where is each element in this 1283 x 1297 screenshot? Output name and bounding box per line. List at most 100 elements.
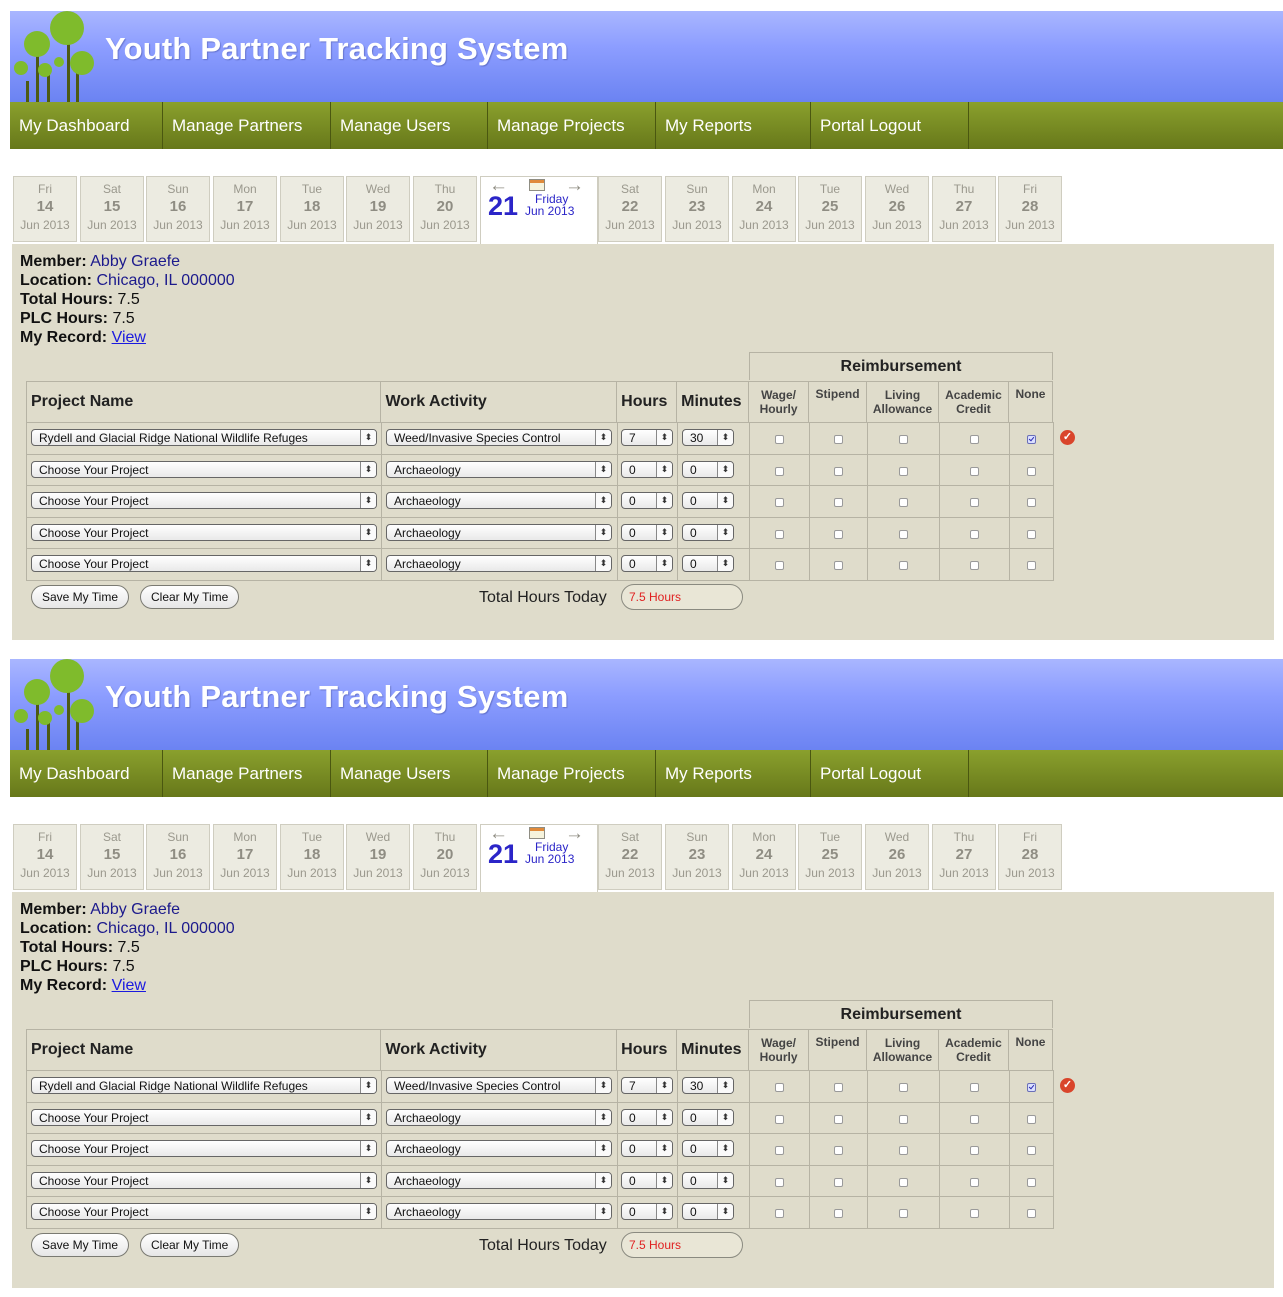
date-tab[interactable]: Fri 14 Jun 2013 [13, 176, 77, 242]
minutes-select[interactable]: 30 ⬍ [682, 1077, 734, 1094]
minutes-select[interactable]: 0 ⬍ [682, 1140, 734, 1157]
reimbursement-checkbox[interactable] [834, 1114, 843, 1124]
reimbursement-checkbox[interactable] [775, 1083, 784, 1092]
nav-my-reports[interactable]: My Reports [656, 102, 811, 149]
reimbursement-checkbox[interactable] [834, 466, 843, 476]
reimbursement-checkbox[interactable] [775, 1177, 784, 1187]
minutes-select[interactable]: 0 ⬍ [682, 492, 734, 509]
reimbursement-checkbox[interactable] [899, 1083, 908, 1092]
reimbursement-checkbox[interactable] [1027, 1177, 1036, 1187]
reimbursement-checkbox[interactable] [970, 561, 979, 570]
reimbursement-checkbox[interactable] [899, 466, 908, 476]
project-select[interactable]: Choose Your Project ⬍ [31, 460, 377, 478]
reimbursement-checkbox[interactable] [834, 498, 843, 507]
date-tab[interactable]: Mon 24 Jun 2013 [732, 824, 796, 890]
hours-select[interactable]: 0 ⬍ [621, 555, 673, 572]
reimbursement-checkbox[interactable] [970, 1209, 979, 1218]
calendar-icon[interactable] [529, 179, 545, 191]
nav-manage-projects[interactable]: Manage Projects [488, 102, 656, 149]
project-select[interactable]: Choose Your Project ⬍ [31, 1203, 377, 1220]
minutes-select[interactable]: 0 ⬍ [682, 523, 734, 541]
date-tab[interactable]: Wed 19 Jun 2013 [346, 824, 410, 890]
reimbursement-checkbox[interactable] [775, 1209, 784, 1218]
view-record-link[interactable]: View [112, 329, 146, 346]
reimbursement-checkbox[interactable] [834, 435, 843, 444]
date-tab[interactable]: Wed 26 Jun 2013 [865, 824, 929, 890]
reimbursement-checkbox[interactable] [775, 466, 784, 476]
project-select[interactable]: Choose Your Project ⬍ [31, 1171, 377, 1189]
date-tab[interactable]: Sat 15 Jun 2013 [80, 176, 144, 242]
activity-select[interactable]: Weed/Invasive Species Control ⬍ [386, 429, 612, 446]
hours-select[interactable]: 7 ⬍ [621, 429, 673, 446]
reimbursement-checkbox[interactable] [970, 1114, 979, 1124]
reimbursement-checkbox[interactable] [899, 529, 908, 539]
nav-manage-partners[interactable]: Manage Partners [163, 750, 331, 797]
activity-select[interactable]: Archaeology ⬍ [386, 1171, 612, 1189]
project-select[interactable]: Choose Your Project ⬍ [31, 1108, 377, 1126]
reimbursement-checkbox[interactable] [899, 561, 908, 570]
minutes-select[interactable]: 0 ⬍ [682, 1108, 734, 1126]
clear-my-time-button[interactable]: Clear My Time [140, 585, 240, 609]
reimbursement-checkbox[interactable] [1027, 435, 1036, 444]
save-my-time-button[interactable]: Save My Time [31, 1233, 130, 1257]
reimbursement-checkbox[interactable] [775, 1146, 784, 1155]
nav-portal-logout[interactable]: Portal Logout [811, 750, 969, 797]
reimbursement-checkbox[interactable] [899, 1114, 908, 1124]
date-tab[interactable]: Sun 16 Jun 2013 [146, 824, 210, 890]
date-tab[interactable]: Wed 26 Jun 2013 [865, 176, 929, 242]
calendar-icon[interactable] [529, 827, 545, 839]
date-tab[interactable]: Sat 22 Jun 2013 [598, 824, 662, 890]
reimbursement-checkbox[interactable] [834, 529, 843, 539]
date-tab[interactable]: Sun 23 Jun 2013 [665, 824, 729, 890]
reimbursement-checkbox[interactable] [1027, 466, 1036, 476]
hours-select[interactable]: 0 ⬍ [621, 523, 673, 541]
reimbursement-checkbox[interactable] [899, 1209, 908, 1218]
date-tab[interactable]: Tue 18 Jun 2013 [280, 176, 344, 242]
hours-select[interactable]: 7 ⬍ [621, 1077, 673, 1094]
nav-my-dashboard[interactable]: My Dashboard [10, 750, 163, 797]
date-tab[interactable]: Fri 28 Jun 2013 [998, 824, 1062, 890]
hours-select[interactable]: 0 ⬍ [621, 460, 673, 478]
project-select[interactable]: Choose Your Project ⬍ [31, 1140, 377, 1157]
reimbursement-checkbox[interactable] [775, 561, 784, 570]
minutes-select[interactable]: 0 ⬍ [682, 1171, 734, 1189]
reimbursement-checkbox[interactable] [899, 1146, 908, 1155]
date-tab[interactable]: Mon 17 Jun 2013 [213, 824, 277, 890]
minutes-select[interactable]: 0 ⬍ [682, 460, 734, 478]
hours-select[interactable]: 0 ⬍ [621, 1203, 673, 1220]
date-tab[interactable]: Thu 27 Jun 2013 [932, 176, 996, 242]
activity-select[interactable]: Archaeology ⬍ [386, 1140, 612, 1157]
reimbursement-checkbox[interactable] [899, 1177, 908, 1187]
hours-select[interactable]: 0 ⬍ [621, 492, 673, 509]
activity-select[interactable]: Archaeology ⬍ [386, 1108, 612, 1126]
reimbursement-checkbox[interactable] [775, 498, 784, 507]
activity-select[interactable]: Archaeology ⬍ [386, 523, 612, 541]
date-tab[interactable]: Sat 15 Jun 2013 [80, 824, 144, 890]
reimbursement-checkbox[interactable] [775, 435, 784, 444]
reimbursement-checkbox[interactable] [1027, 529, 1036, 539]
view-record-link[interactable]: View [112, 977, 146, 994]
nav-manage-projects[interactable]: Manage Projects [488, 750, 656, 797]
reimbursement-checkbox[interactable] [899, 435, 908, 444]
date-tab[interactable]: Mon 24 Jun 2013 [732, 176, 796, 242]
reimbursement-checkbox[interactable] [1027, 1209, 1036, 1218]
date-tab[interactable]: Tue 25 Jun 2013 [798, 824, 862, 890]
reimbursement-checkbox[interactable] [834, 1177, 843, 1187]
project-select[interactable]: Rydell and Glacial Ridge National Wildli… [31, 429, 377, 446]
reimbursement-checkbox[interactable] [834, 1083, 843, 1092]
activity-select[interactable]: Archaeology ⬍ [386, 555, 612, 572]
nav-portal-logout[interactable]: Portal Logout [811, 102, 969, 149]
reimbursement-checkbox[interactable] [970, 1146, 979, 1155]
project-select[interactable]: Choose Your Project ⬍ [31, 492, 377, 509]
reimbursement-checkbox[interactable] [970, 529, 979, 539]
activity-select[interactable]: Archaeology ⬍ [386, 1203, 612, 1220]
activity-select[interactable]: Archaeology ⬍ [386, 460, 612, 478]
reimbursement-checkbox[interactable] [899, 498, 908, 507]
project-select[interactable]: Choose Your Project ⬍ [31, 523, 377, 541]
date-tab[interactable]: Fri 14 Jun 2013 [13, 824, 77, 890]
reimbursement-checkbox[interactable] [1027, 498, 1036, 507]
reimbursement-checkbox[interactable] [970, 1177, 979, 1187]
date-tab[interactable]: Wed 19 Jun 2013 [346, 176, 410, 242]
date-tab[interactable]: Mon 17 Jun 2013 [213, 176, 277, 242]
date-tab[interactable]: Thu 27 Jun 2013 [932, 824, 996, 890]
